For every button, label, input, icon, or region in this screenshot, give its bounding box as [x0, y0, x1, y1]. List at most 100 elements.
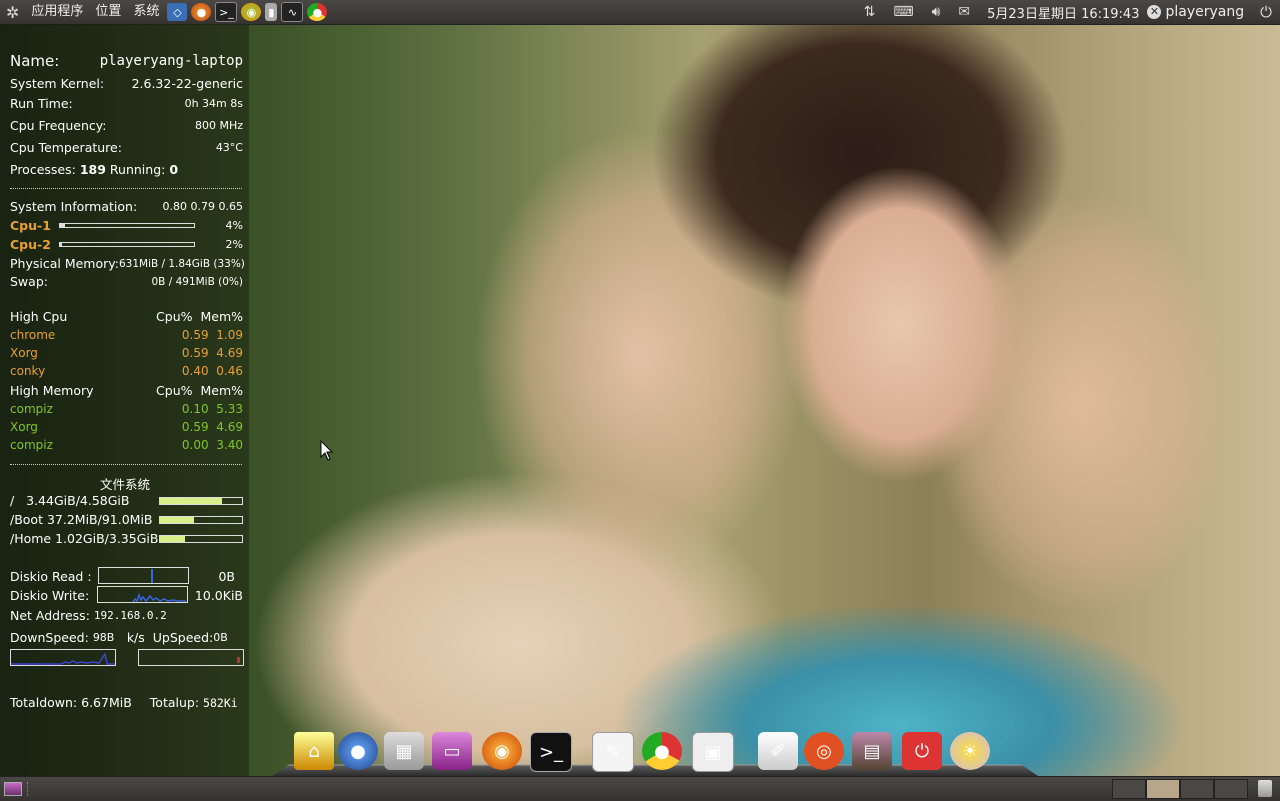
kernel-label: System Kernel:: [10, 76, 105, 91]
process-name: conky: [10, 364, 46, 378]
workspace-3[interactable]: [1180, 779, 1214, 799]
cpu2-row: Cpu-2 2%: [10, 237, 243, 252]
name-label: Name:: [10, 52, 60, 70]
workspace-2[interactable]: [1146, 779, 1180, 799]
process-name: compiz: [10, 438, 53, 452]
totaldown-value: 6.67MiB: [81, 695, 132, 710]
show-desktop-icon[interactable]: [4, 782, 22, 796]
firefox-icon[interactable]: ●: [191, 3, 212, 21]
power-icon[interactable]: ⏻: [1260, 3, 1272, 21]
workspace-1[interactable]: [1112, 779, 1146, 799]
runtime-value: 0h 34m 8s: [184, 97, 243, 110]
sysinfo-row: System Information: 0.80 0.79 0.65: [10, 199, 243, 214]
sysinfo-label: System Information:: [10, 199, 138, 214]
monitor-icon[interactable]: ▭: [432, 732, 472, 770]
cpu2-bar: [58, 242, 195, 247]
process-cpu: 0.00: [181, 438, 209, 452]
process-name: compiz: [10, 402, 53, 416]
clock[interactable]: 5月23日星期日 16:19:43: [987, 3, 1139, 22]
cpu2-label: Cpu-2: [10, 237, 51, 252]
totalup-value: 582Ki: [203, 695, 238, 710]
menu-places[interactable]: 位置: [89, 0, 127, 24]
volume-icon[interactable]: 🔊︎: [932, 4, 941, 20]
power-icon[interactable]: ⏻: [902, 732, 942, 770]
game-icon[interactable]: ◉: [241, 3, 262, 21]
calculator-icon[interactable]: ▦: [384, 732, 424, 770]
ubuntu-logo-icon[interactable]: ✲: [6, 3, 19, 22]
running-value: 0: [169, 162, 179, 177]
firefox-icon[interactable]: ◉: [482, 732, 522, 770]
memory-label: Physical Memory:: [10, 256, 119, 271]
name-row: Name: playeryang-laptop: [10, 52, 243, 70]
mouse-cursor-icon: [320, 440, 334, 461]
memory-row: Physical Memory: 631MiB / 1.84GiB (33%): [10, 256, 245, 271]
diskread-value: 0B: [218, 569, 235, 584]
swap-value: 0B / 491MiB (0%): [151, 275, 243, 288]
filesystem-bar: [159, 534, 243, 543]
cpufreq-value: 800 MHz: [194, 119, 243, 132]
diskwrite-graph: [97, 586, 188, 603]
filesystem-row: / 3.44GiB/4.58GiB: [10, 493, 243, 508]
cpu1-row: Cpu-1 4%: [10, 218, 243, 233]
netaddr-value: 192.168.0.2: [93, 609, 167, 622]
totalup-label: Totalup:: [149, 695, 200, 710]
workspace-4[interactable]: [1214, 779, 1248, 799]
usb-icon[interactable]: ▮: [265, 3, 278, 21]
chrome-icon[interactable]: ●: [642, 732, 682, 770]
filesystem-title: 文件系统: [99, 477, 150, 492]
filesystem-bar: [159, 515, 243, 524]
diskwrite-value: 10.0KiB: [194, 588, 243, 603]
notepad-icon[interactable]: ✎: [592, 732, 634, 772]
processes-label: Processes:: [10, 162, 76, 177]
conky-monitor: Name: playeryang-laptop System Kernel: 2…: [0, 24, 249, 776]
process-row: Xorg 0.59 4.69: [10, 420, 243, 434]
dock: ⌂ ● ▦ ▭ ◉ >_ ✎ ● ▣ ✐ ◎ ▤ ⏻ ☀: [271, 730, 1039, 777]
menu-applications[interactable]: 应用程序: [25, 0, 89, 24]
filesystem-label: /Home 1.02GiB/3.35GiB: [10, 531, 159, 546]
text-editor-icon[interactable]: ✐: [758, 732, 798, 770]
weather-icon[interactable]: ☀: [950, 732, 990, 770]
cpufreq-label: Cpu Frequency:: [10, 118, 107, 133]
highcpu-header: High Cpu Cpu% Mem%: [10, 309, 243, 324]
people-icon[interactable]: ●: [338, 732, 378, 770]
process-cpu: 0.59: [181, 346, 209, 360]
terminal-icon[interactable]: >_: [215, 2, 238, 22]
user-status-icon[interactable]: ✕: [1147, 5, 1162, 19]
ubuntu-icon[interactable]: ◎: [804, 732, 844, 770]
swap-row: Swap: 0B / 491MiB (0%): [10, 274, 243, 289]
speed-unit: k/s: [126, 630, 145, 645]
screenshot-icon[interactable]: ▣: [692, 732, 734, 772]
process-row: conky 0.40 0.46: [10, 364, 243, 378]
terminal-icon[interactable]: >_: [530, 732, 572, 772]
filesystem-label: / 3.44GiB/4.58GiB: [10, 493, 130, 508]
upspeed-label: UpSpeed:: [152, 630, 214, 645]
network-arrows-icon[interactable]: ⇅: [864, 4, 876, 20]
process-cpu: 0.40: [181, 364, 209, 378]
highcpu-label: High Cpu: [10, 309, 68, 324]
trash-icon[interactable]: [1258, 780, 1272, 797]
broom-icon[interactable]: ⌂: [294, 732, 334, 770]
virtualbox-icon[interactable]: ◇: [167, 3, 188, 21]
processes-row: Processes: 189 Running: 0: [10, 162, 243, 177]
downspeed-graph: [10, 649, 116, 666]
divider: [10, 464, 242, 465]
mail-icon[interactable]: ✉: [958, 4, 970, 20]
process-cpu: 0.59: [181, 328, 209, 342]
memory-value: 631MiB / 1.84GiB (33%): [118, 257, 245, 270]
mem-col-label: Mem%: [200, 309, 243, 324]
filesystem-label: /Boot 37.2MiB/91.0MiB: [10, 512, 153, 527]
diskread-label: Diskio Read :: [10, 569, 92, 584]
kernel-value: 2.6.32-22-generic: [131, 76, 243, 91]
cpufreq-row: Cpu Frequency: 800 MHz: [10, 118, 243, 133]
cpu2-value: 2%: [225, 238, 243, 251]
cpu1-label: Cpu-1: [10, 218, 51, 233]
process-mem: 5.33: [216, 402, 243, 416]
keyboard-icon[interactable]: ⌨: [893, 4, 913, 20]
chrome-icon[interactable]: ●: [307, 3, 328, 21]
netaddr-label: Net Address:: [10, 608, 90, 623]
username[interactable]: playeryang: [1165, 4, 1244, 20]
photo-viewer-icon[interactable]: ▤: [852, 732, 892, 770]
menu-system[interactable]: 系统: [127, 0, 165, 24]
system-monitor-icon[interactable]: ∿: [281, 2, 304, 22]
diskwrite-label: Diskio Write:: [10, 588, 90, 603]
